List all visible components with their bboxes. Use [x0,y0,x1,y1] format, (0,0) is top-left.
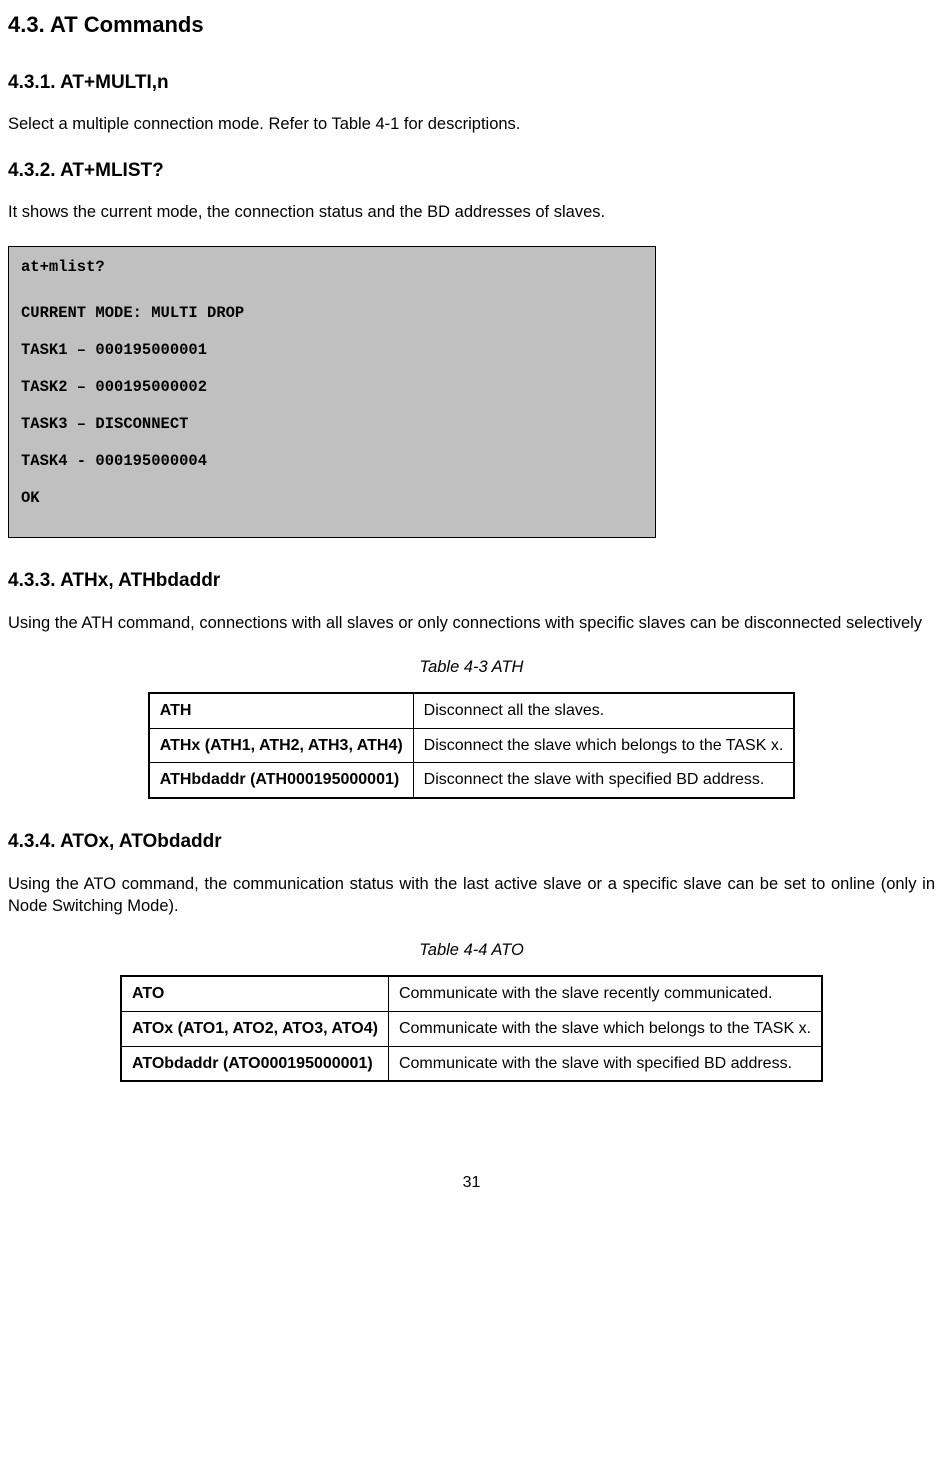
paragraph: Using the ATO command, the communication… [8,873,935,918]
table-cell-desc: Disconnect all the slaves. [413,693,794,728]
table-cell-desc: Communicate with the slave with specifie… [388,1046,822,1081]
table-row: ATO Communicate with the slave recently … [121,976,822,1011]
table-cell-desc: Communicate with the slave which belongs… [388,1011,822,1046]
table-cell-cmd: ATOx (ATO1, ATO2, ATO3, ATO4) [121,1011,388,1046]
table-cell-desc: Disconnect the slave with specified BD a… [413,763,794,798]
page-number: 31 [8,1172,935,1194]
code-line: OK [21,488,643,509]
subsection-heading: 4.3.3. ATHx, ATHbdaddr [8,568,935,594]
table-row: ATHbdaddr (ATH000195000001) Disconnect t… [149,763,795,798]
table-row: ATOx (ATO1, ATO2, ATO3, ATO4) Communicat… [121,1011,822,1046]
code-line: TASK3 – DISCONNECT [21,414,643,435]
table-caption: Table 4-4 ATO [8,939,935,961]
table-row: ATHx (ATH1, ATH2, ATH3, ATH4) Disconnect… [149,728,795,763]
table-cell-cmd: ATO [121,976,388,1011]
table-cell-desc: Disconnect the slave which belongs to th… [413,728,794,763]
ato-table: ATO Communicate with the slave recently … [120,975,823,1082]
paragraph: It shows the current mode, the connectio… [8,201,935,223]
section-heading: 4.3. AT Commands [8,10,935,40]
table-cell-cmd: ATObdaddr (ATO000195000001) [121,1046,388,1081]
table-cell-cmd: ATHbdaddr (ATH000195000001) [149,763,413,798]
subsection-heading: 4.3.1. AT+MULTI,n [8,70,935,96]
subsection-heading: 4.3.2. AT+MLIST? [8,158,935,184]
code-line: at+mlist? [21,257,643,278]
table-cell-desc: Communicate with the slave recently comm… [388,976,822,1011]
ath-table: ATH Disconnect all the slaves. ATHx (ATH… [148,692,796,799]
code-line: TASK1 – 000195000001 [21,340,643,361]
code-block: at+mlist? CURRENT MODE: MULTI DROP TASK1… [8,246,656,538]
paragraph: Select a multiple connection mode. Refer… [8,113,935,135]
table-row: ATH Disconnect all the slaves. [149,693,795,728]
paragraph: Using the ATH command, connections with … [8,612,935,634]
code-blank-line [21,293,643,303]
table-row: ATObdaddr (ATO000195000001) Communicate … [121,1046,822,1081]
code-line: CURRENT MODE: MULTI DROP [21,303,643,324]
subsection-heading: 4.3.4. ATOx, ATObdaddr [8,829,935,855]
table-cell-cmd: ATH [149,693,413,728]
code-line: TASK2 – 000195000002 [21,377,643,398]
table-caption: Table 4-3 ATH [8,656,935,678]
table-cell-cmd: ATHx (ATH1, ATH2, ATH3, ATH4) [149,728,413,763]
code-line: TASK4 - 000195000004 [21,451,643,472]
